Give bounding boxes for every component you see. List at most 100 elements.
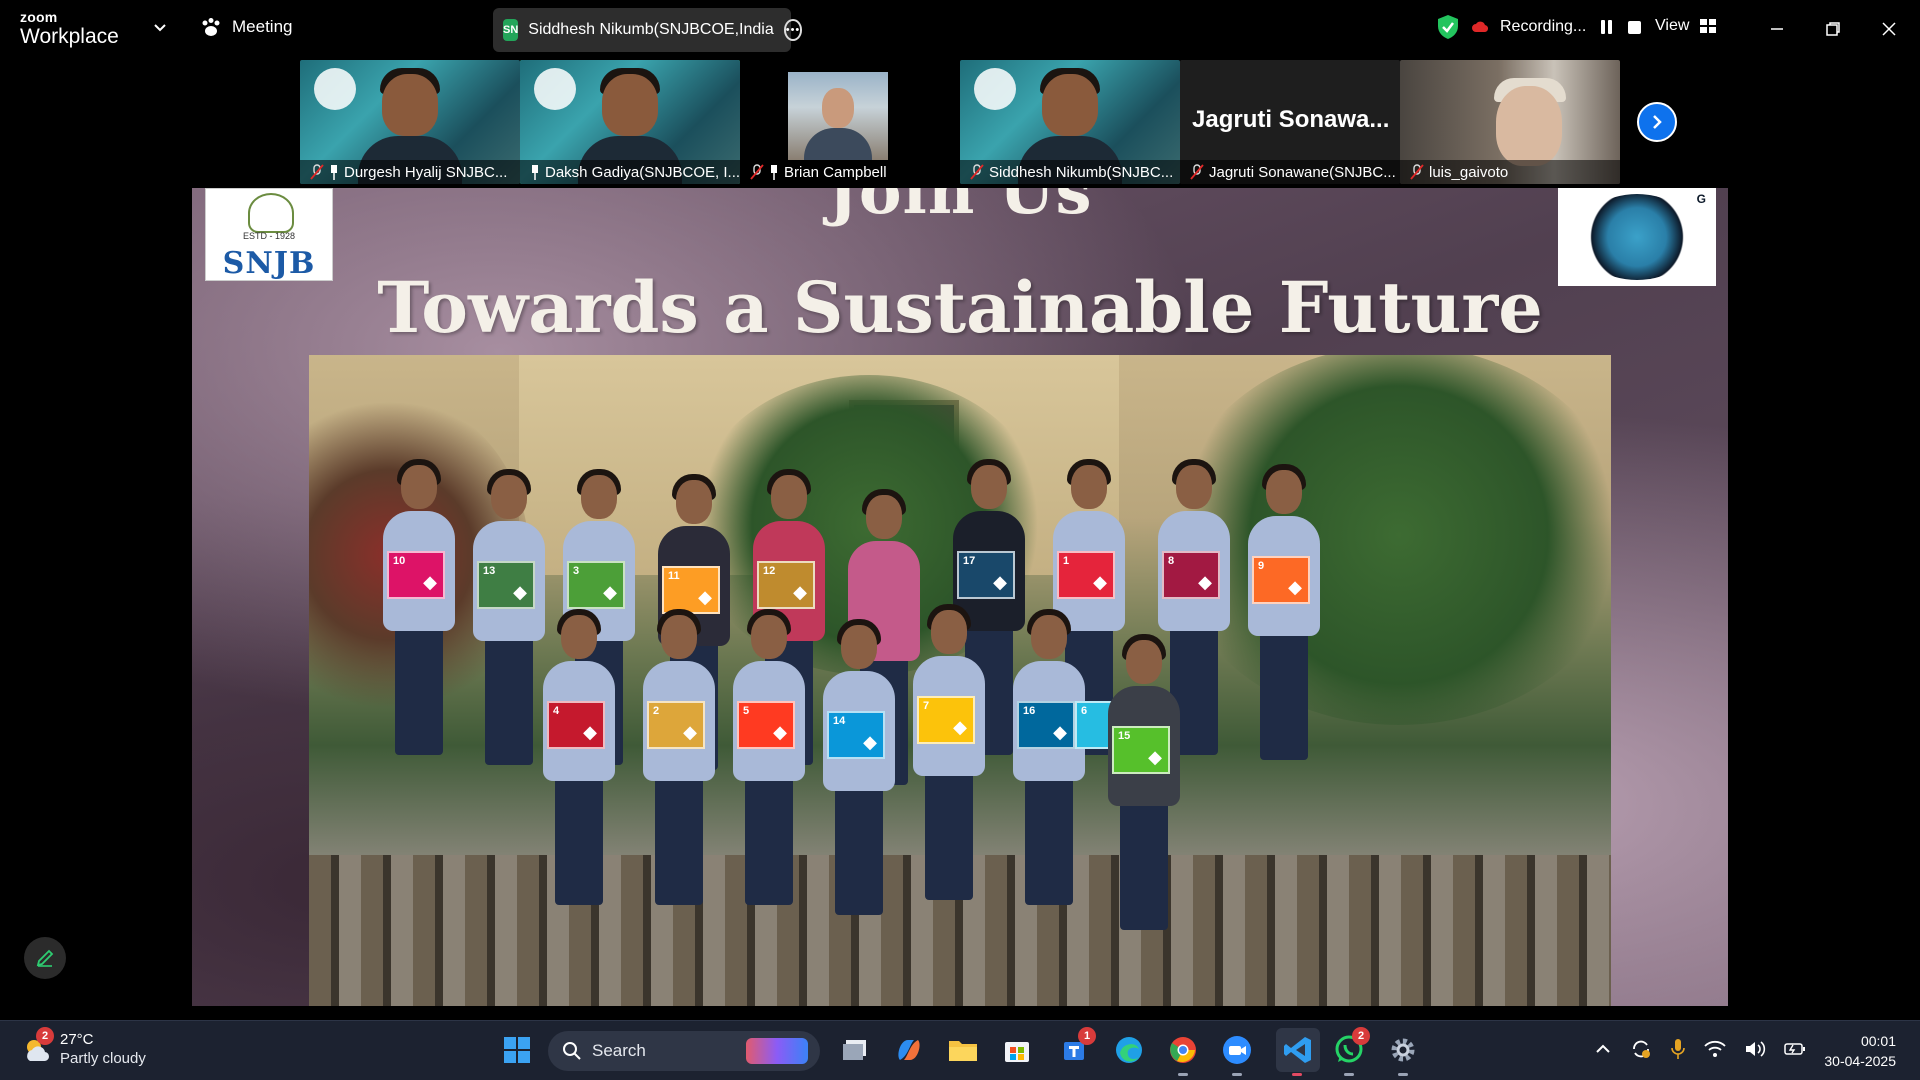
person-head <box>971 465 1007 509</box>
security-shield-icon[interactable] <box>1436 14 1460 40</box>
microsoft-store-icon[interactable] <box>1000 1033 1034 1067</box>
view-label: View <box>1655 17 1690 34</box>
windows-start-icon[interactable] <box>500 1033 534 1067</box>
sdg-glyph-icon: ◆ <box>793 582 807 602</box>
running-indicator <box>1232 1073 1242 1076</box>
weather-widget[interactable]: 2 27°C Partly cloudy <box>22 1026 146 1069</box>
minimize-icon[interactable] <box>1762 14 1792 44</box>
running-indicator <box>1398 1073 1408 1076</box>
sdg-card-4: 4 ◆ <box>547 701 605 749</box>
windows-taskbar: 2 27°C Partly cloudy Search 1 2 00:01 30… <box>0 1020 1920 1080</box>
sdg-card-10: 10 ◆ <box>387 551 445 599</box>
weather-temp: 27°C <box>60 1031 94 1048</box>
participant-tile[interactable]: Brian Campbell <box>740 60 960 184</box>
pin-icon <box>532 164 538 180</box>
next-page-arrow-icon[interactable] <box>1637 102 1677 142</box>
participant-name: luis_gaivoto <box>1429 163 1509 181</box>
settings-gear-icon[interactable] <box>1386 1033 1420 1076</box>
photo-head <box>822 88 854 128</box>
search-highlight-art <box>746 1038 808 1064</box>
participant-tile[interactable]: Siddhesh Nikumb(SNJBC... <box>960 60 1180 184</box>
chrome-icon[interactable] <box>1166 1033 1200 1076</box>
photo-palm <box>1169 355 1611 725</box>
copilot-icon[interactable] <box>892 1033 926 1067</box>
sdg-card-17: 17 ◆ <box>957 551 1015 599</box>
participant-tile[interactable]: Jagruti Sonawa... Jagruti Sonawane(SNJBC… <box>1180 60 1400 184</box>
edge-browser-icon[interactable] <box>1112 1033 1146 1067</box>
person-legs <box>555 775 603 905</box>
meeting-menu[interactable]: Meeting <box>200 17 292 37</box>
file-explorer-icon[interactable] <box>946 1033 980 1067</box>
view-button[interactable]: View <box>1655 17 1717 35</box>
person-head <box>1031 615 1067 659</box>
participant-name-bar: Jagruti Sonawane(SNJBC... <box>1180 160 1400 184</box>
sdg-glyph-icon: ◆ <box>773 722 787 742</box>
group-photo: 10◆13◆3◆11◆12◆17◆1◆8◆9◆4◆2◆5◆14◆7◆16◆6◆1… <box>309 355 1611 1006</box>
pause-recording-icon[interactable] <box>1598 18 1614 36</box>
person-legs <box>655 775 703 905</box>
sdg-card-3: 3 ◆ <box>567 561 625 609</box>
person-head <box>1176 465 1212 509</box>
muted-mic-icon <box>1410 164 1424 180</box>
person-head <box>491 475 527 519</box>
active-speaker-pill[interactable]: SN Siddhesh Nikumb(SNJBCOE,India ••• <box>493 8 803 52</box>
participant-name-bar: luis_gaivoto <box>1400 160 1620 184</box>
participant-name: Daksh Gadiya(SNJBCOE, I... <box>545 163 740 181</box>
person-head <box>751 615 787 659</box>
sdg-glyph-icon: ◆ <box>1288 577 1302 597</box>
sdg-glyph-icon: ◆ <box>513 582 527 602</box>
person-legs <box>835 785 883 915</box>
photo-person <box>1104 634 1184 940</box>
battery-icon[interactable] <box>1784 1041 1806 1057</box>
sync-icon[interactable] <box>1630 1038 1652 1060</box>
photo-person <box>909 604 989 910</box>
task-view-icon[interactable] <box>838 1033 872 1067</box>
zoom-workplace-logo[interactable]: zoom Workplace <box>20 10 119 47</box>
teams-icon[interactable]: 1 <box>1058 1027 1096 1067</box>
zoom-top-bar: zoom Workplace Meeting SN Siddhesh Nikum… <box>0 0 1920 58</box>
sdg-glyph-icon: ◆ <box>1198 572 1212 592</box>
photo-person <box>729 609 809 915</box>
microphone-icon[interactable] <box>1670 1038 1686 1060</box>
participant-name: Brian Campbell <box>784 163 887 181</box>
sdg-glyph-icon: ◆ <box>423 572 437 592</box>
volume-icon[interactable] <box>1744 1040 1766 1058</box>
sdg-card-14: 14 ◆ <box>827 711 885 759</box>
participant-tile[interactable]: luis_gaivoto <box>1400 60 1620 184</box>
participant-face <box>1496 86 1562 166</box>
participant-name: Durgesh Hyalij SNJBC... <box>344 163 508 181</box>
speaker-name: Siddhesh Nikumb(SNJBCOE,India <box>528 21 774 38</box>
annotate-pencil-icon[interactable] <box>24 937 66 979</box>
chevron-down-icon[interactable] <box>150 18 170 38</box>
person-legs <box>925 770 973 900</box>
sdg-glyph-icon: ◆ <box>1053 722 1067 742</box>
system-clock[interactable]: 00:01 30-04-2025 <box>1824 1031 1896 1072</box>
participant-name-bar: Daksh Gadiya(SNJBCOE, I... <box>520 160 740 184</box>
wifi-icon[interactable] <box>1704 1040 1726 1058</box>
slide-heading-top: Join Us <box>827 188 1093 229</box>
whatsapp-icon[interactable]: 2 <box>1332 1027 1370 1076</box>
person-legs <box>1260 630 1308 760</box>
participant-tile[interactable]: Durgesh Hyalij SNJBC... <box>300 60 520 184</box>
snjb-wordmark: SNJB <box>222 246 316 281</box>
chevron-up-icon[interactable] <box>1594 1040 1612 1058</box>
sdg-glyph-icon: ◆ <box>683 722 697 742</box>
participant-tile-active[interactable]: Daksh Gadiya(SNJBCOE, I... <box>520 60 740 184</box>
person-head <box>561 615 597 659</box>
restore-icon[interactable] <box>1818 14 1848 44</box>
stop-recording-icon[interactable] <box>1626 18 1642 36</box>
person-head <box>1266 470 1302 514</box>
globe-logo <box>534 68 576 110</box>
zoom-app-icon[interactable] <box>1220 1033 1254 1076</box>
speaker-avatar: SN <box>503 19 519 41</box>
close-icon[interactable] <box>1874 14 1904 44</box>
store-notification-badge: 1 <box>1078 1027 1096 1045</box>
sdg-card-9: 9 ◆ <box>1252 556 1310 604</box>
brand-small: zoom <box>20 9 58 25</box>
taskbar-search[interactable]: Search <box>548 1031 820 1071</box>
search-icon <box>563 1042 581 1060</box>
vscode-icon[interactable] <box>1276 1028 1320 1076</box>
paw-icon <box>202 18 220 36</box>
snjb-estd: ESTD - 1928 <box>242 231 296 241</box>
more-options-icon[interactable]: ••• <box>783 19 803 41</box>
